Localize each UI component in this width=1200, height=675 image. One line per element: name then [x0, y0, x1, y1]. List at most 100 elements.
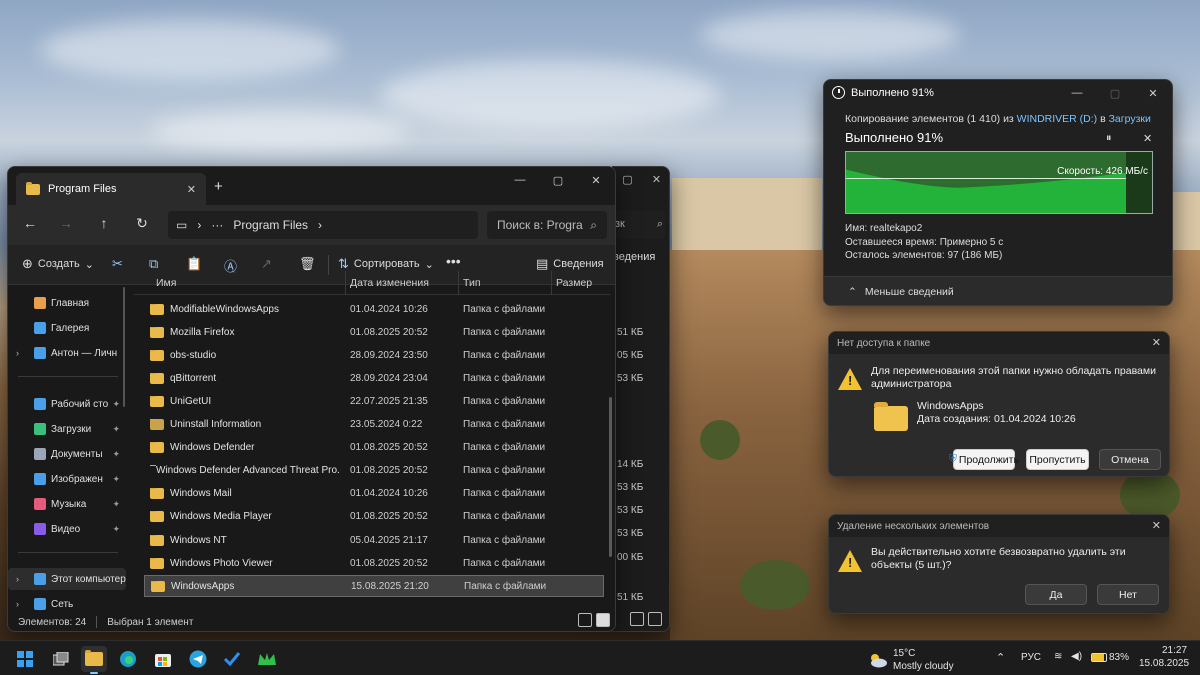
battery-icon[interactable] [1091, 653, 1107, 662]
maximize-button[interactable]: ▢ [1096, 80, 1134, 106]
sidebar-item[interactable]: Изображен ✦ [8, 468, 126, 490]
details-button-behind[interactable]: ведения [613, 251, 655, 263]
tiles-view-icon[interactable] [596, 613, 610, 627]
tiles-view-icon-behind[interactable] [648, 612, 662, 626]
tab-program-files[interactable]: Program Files ✕ [16, 173, 206, 205]
clock-time[interactable]: 21:27 [1162, 645, 1187, 656]
details-view-icon[interactable] [578, 613, 592, 627]
new-tab-button[interactable]: + [214, 178, 223, 195]
file-list-scrollbar[interactable] [609, 397, 612, 557]
copy-button[interactable]: ⧉ [149, 256, 158, 272]
sidebar-item[interactable]: Главная [8, 292, 126, 314]
sidebar-item[interactable]: Рабочий сто ✦ [8, 393, 126, 415]
folder-icon [150, 395, 164, 407]
start-button[interactable] [12, 646, 38, 672]
file-row[interactable]: Windows Defender 01.08.2025 20:52 Папка с … [144, 437, 604, 459]
taskbar-telegram[interactable] [185, 646, 211, 672]
cut-button[interactable]: ✂ [112, 256, 123, 272]
chevron-right-icon[interactable]: › [16, 348, 19, 358]
warning-icon [838, 368, 862, 390]
cancel-copy-button[interactable]: ✕ [1143, 132, 1152, 145]
taskbar-app-crown[interactable] [254, 646, 280, 672]
paste-button[interactable]: 📋 [186, 256, 202, 272]
column-name[interactable]: Имя [156, 277, 176, 289]
more-path-icon[interactable]: ··· [211, 218, 223, 232]
column-size[interactable]: Размер [556, 277, 592, 289]
taskbar-edge[interactable] [115, 646, 141, 672]
forward-button[interactable]: → [56, 215, 76, 231]
sidebar-item[interactable]: Загрузки ✦ [8, 418, 126, 440]
file-date: 01.04.2024 10:26 [350, 488, 428, 500]
file-row[interactable]: qBittorrent 28.09.2024 23:04 Папка с файла… [144, 367, 604, 389]
close-button[interactable]: ✕ [1134, 80, 1172, 106]
file-row[interactable]: Windows Defender Advanced Threat Pro... 0… [144, 460, 604, 482]
sidebar-item[interactable]: Видео ✦ [8, 518, 126, 540]
language-indicator[interactable]: РУС [1021, 652, 1041, 663]
explorer-window-behind[interactable]: ▢ ✕ зк ⌕ ведения 51 КБ 05 КБ 53 КБ 14 КБ 53 … [612, 166, 670, 632]
delete-confirm-dialog[interactable]: Удаление нескольких элементов ✕ Вы дейст… [828, 514, 1170, 614]
sidebar-item[interactable]: Галерея [8, 317, 126, 339]
cancel-button[interactable]: Отмена [1099, 449, 1161, 470]
yes-button[interactable]: Да [1025, 584, 1087, 605]
breadcrumb-program-files[interactable]: Program Files [233, 218, 308, 232]
create-button[interactable]: ⊕ Создать ⌄ [22, 256, 94, 272]
continue-button[interactable]: ⛨ Продолжить [949, 449, 1019, 470]
task-view-button[interactable] [48, 646, 74, 672]
share-button[interactable]: ↗ [261, 256, 272, 272]
file-row[interactable]: obs-studio 28.09.2024 23:50 Папка с файлам… [144, 344, 604, 366]
file-row[interactable]: ModifiableWindowsApps 01.04.2024 10:26 Пап… [144, 298, 604, 320]
sidebar-item[interactable]: › Антон — Личн [8, 342, 126, 364]
file-row[interactable]: Windows Photo Viewer 01.08.2025 20:52 Папк… [144, 552, 604, 574]
show-hidden-icons[interactable]: ⌃ [996, 651, 1005, 664]
volume-icon[interactable]: ◀) [1071, 651, 1082, 662]
access-denied-dialog[interactable]: Нет доступа к папке ✕ Для переименования… [828, 331, 1170, 477]
column-date[interactable]: Дата изменения [350, 277, 429, 289]
file-row[interactable]: Mozilla Firefox 01.08.2025 20:52 Папка с ф… [144, 321, 604, 343]
more-options-button[interactable]: ••• [446, 253, 461, 269]
chevron-right-icon[interactable]: › [16, 599, 19, 609]
close-icon[interactable]: ✕ [1152, 519, 1161, 532]
file-type: Папка с файлами [463, 349, 546, 361]
minimize-button[interactable]: — [501, 167, 539, 193]
sidebar-item[interactable]: › Этот компьютер [8, 568, 126, 590]
destination-link[interactable]: Загрузки [1109, 113, 1151, 125]
source-link[interactable]: WINDRIVER (D:) [1017, 113, 1098, 125]
skip-button[interactable]: Пропустить [1026, 449, 1089, 470]
refresh-button[interactable]: ↻ [132, 215, 152, 232]
file-row[interactable]: UniGetUI 22.07.2025 21:35 Папка с файлами [144, 390, 604, 412]
sidebar-item[interactable]: Музыка ✦ [8, 493, 126, 515]
navigation-scrollbar[interactable] [123, 287, 125, 407]
address-field[interactable]: ▭ › ··· Program Files › [168, 211, 478, 239]
file-row[interactable]: Windows NT 05.04.2025 21:17 Папка с файлам… [144, 529, 604, 551]
details-view-icon-behind[interactable] [630, 612, 644, 626]
column-type[interactable]: Тип [463, 277, 481, 289]
file-row[interactable]: WindowsApps 15.08.2025 21:20 Папка с файла… [144, 575, 604, 598]
file-row[interactable]: Uninstall Information 23.05.2024 0:22 Папк… [144, 414, 604, 436]
search-input-behind[interactable]: зк [615, 218, 625, 230]
sidebar-item[interactable]: Документы ✦ [8, 443, 126, 465]
wifi-icon[interactable]: ≋ [1054, 651, 1062, 662]
close-icon[interactable]: ✕ [1152, 336, 1161, 349]
minimize-button[interactable]: — [1058, 80, 1096, 106]
sort-button[interactable]: ⇅ Сортировать ⌄ [338, 256, 434, 272]
details-button[interactable]: ▤ Сведения [536, 256, 604, 272]
chevron-right-icon[interactable]: › [16, 574, 19, 584]
less-details-button[interactable]: ⌃ Меньше сведений [824, 276, 1172, 305]
delete-button[interactable]: 🗑 [299, 256, 316, 272]
close-tab-icon[interactable]: ✕ [187, 183, 196, 196]
close-button[interactable]: ✕ [577, 167, 615, 193]
maximize-button[interactable]: ▢ [539, 167, 577, 193]
copy-progress-window[interactable]: Выполнено 91% — ▢ ✕ Копирование элементо… [823, 79, 1173, 306]
file-row[interactable]: Windows Mail 01.04.2024 10:26 Папка с файл… [144, 483, 604, 505]
file-explorer-window[interactable]: Program Files ✕ + — ▢ ✕ ← → ↑ ↻ ▭ › ··· … [7, 166, 616, 632]
file-row[interactable]: Windows Media Player 01.08.2025 20:52 Папк… [144, 506, 604, 528]
no-button[interactable]: Нет [1097, 584, 1159, 605]
pause-button[interactable]: ⏸ [1106, 132, 1112, 145]
taskbar-todo[interactable] [219, 646, 245, 672]
clock-date[interactable]: 15.08.2025 [1139, 658, 1189, 669]
back-button[interactable]: ← [20, 215, 40, 231]
taskbar-store[interactable] [150, 646, 176, 672]
search-input[interactable]: Поиск в: Progra ⌕ [487, 211, 607, 239]
up-button[interactable]: ↑ [94, 215, 114, 231]
taskbar-file-explorer[interactable] [81, 646, 107, 674]
